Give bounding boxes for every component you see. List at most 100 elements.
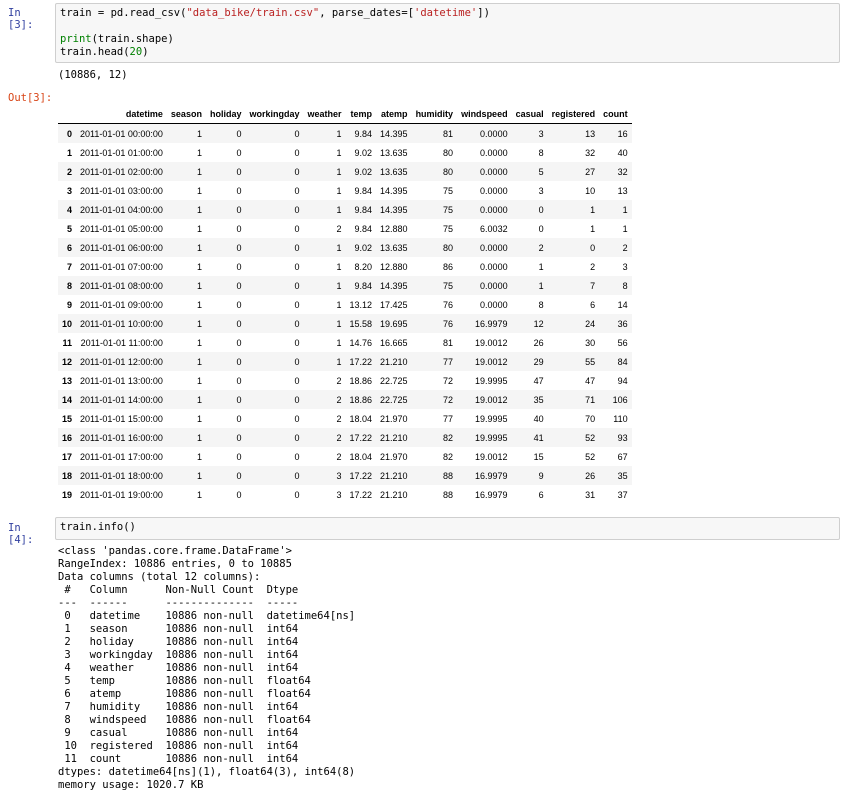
output-line: RangeIndex: 10886 entries, 0 to 10885: [58, 558, 292, 570]
table-cell: 1: [196, 242, 202, 253]
table-cell: 2: [336, 394, 342, 405]
table-cell: 86: [443, 261, 454, 272]
output-line: # Column Non-Null Count Dtype: [58, 584, 356, 596]
table-cell: 9.84: [354, 280, 373, 291]
table-cell: 80: [443, 147, 454, 158]
table-row: 3 2011-01-01 03:00:00 1 0 0 1 9.84 14.395 75 0.00…: [58, 181, 632, 200]
table-cell: 75: [443, 280, 454, 291]
table-cell: 15.58: [349, 318, 373, 329]
table-cell: 2: [622, 242, 628, 253]
row-index: 18: [62, 470, 73, 481]
code-line-info: train.info(): [60, 521, 136, 533]
table-cell: 6.0032: [480, 223, 508, 234]
table-cell: 16.9979: [475, 489, 508, 500]
table-cell: 1: [622, 223, 628, 234]
table-cell: 18.04: [349, 413, 373, 424]
row-index: 11: [62, 337, 73, 348]
output-line: <class 'pandas.core.frame.DataFrame'>: [58, 545, 292, 557]
table-cell: 13.635: [380, 166, 408, 177]
table-cell: 15: [533, 451, 544, 462]
row-index: 19: [62, 489, 73, 500]
table-cell: 16.9979: [475, 470, 508, 481]
code-string: 'datetime': [414, 7, 478, 19]
table-cell: 76: [443, 299, 454, 310]
table-cell: 2011-01-01 00:00:00: [80, 128, 163, 139]
table-cell: 16: [617, 128, 628, 139]
table-cell: 0: [236, 413, 242, 424]
code-token: ): [142, 46, 149, 58]
table-cell: 1: [336, 185, 342, 196]
table-cell: 0: [236, 489, 242, 500]
cell4-code-editor[interactable]: train.info(): [55, 517, 840, 540]
column-header-registered: registered: [547, 104, 600, 124]
table-row: 11 2011-01-01 11:00:00 1 0 0 1 14.76 16.665 81 19…: [58, 333, 632, 352]
table-cell: 26: [533, 337, 544, 348]
table-row: 10 2011-01-01 10:00:00 1 0 0 1 15.58 19.695 76 16…: [58, 314, 632, 333]
table-cell: 1: [336, 147, 342, 158]
cell4-stdout: <class 'pandas.core.frame.DataFrame'> Ran…: [58, 545, 355, 792]
table-cell: 72: [443, 394, 454, 405]
output-line: 11 count 10886 non-null int64: [58, 753, 356, 765]
table-cell: 9.02: [354, 242, 373, 253]
table-cell: 14.395: [380, 185, 408, 196]
table-cell: 9: [538, 470, 544, 481]
table-cell: 0: [294, 280, 300, 291]
table-cell: 1: [196, 356, 202, 367]
row-index: 7: [67, 261, 73, 272]
table-cell: 21.210: [380, 432, 408, 443]
table-row: 18 2011-01-01 18:00:00 1 0 0 3 17.22 21.210 88 16…: [58, 466, 632, 485]
table-cell: 0: [236, 337, 242, 348]
table-cell: 52: [585, 432, 596, 443]
table-row: 13 2011-01-01 13:00:00 1 0 0 2 18.86 22.725 72 19…: [58, 371, 632, 390]
column-header-count: count: [599, 104, 632, 124]
column-header-weather: weather: [303, 104, 346, 124]
table-cell: 12.880: [380, 261, 408, 272]
table-cell: 2011-01-01 08:00:00: [80, 280, 163, 291]
table-cell: 9.02: [354, 147, 373, 158]
table-cell: 2011-01-01 15:00:00: [80, 413, 163, 424]
code-keyword: print: [60, 33, 92, 45]
row-index: 8: [67, 280, 73, 291]
code-line-head: train.head(20): [60, 46, 835, 59]
table-cell: 32: [617, 166, 628, 177]
table-cell: 14.395: [380, 204, 408, 215]
table-cell: 37: [617, 489, 628, 500]
table-cell: 18.86: [349, 394, 373, 405]
table-row: 12 2011-01-01 12:00:00 1 0 0 1 17.22 21.210 77 19…: [58, 352, 632, 371]
table-cell: 2011-01-01 04:00:00: [80, 204, 163, 215]
table-cell: 29: [533, 356, 544, 367]
table-cell: 0: [294, 451, 300, 462]
table-cell: 8.20: [354, 261, 373, 272]
column-header-windspeed: windspeed: [457, 104, 512, 124]
table-cell: 30: [585, 337, 596, 348]
table-cell: 80: [443, 242, 454, 253]
row-index: 10: [62, 318, 73, 329]
cell3-code-editor[interactable]: train = pd.read_csv("data_bike/train.csv…: [55, 3, 840, 63]
table-cell: 0: [294, 204, 300, 215]
table-cell: 21.970: [380, 413, 408, 424]
table-cell: 19.9995: [475, 413, 508, 424]
cell3-output-prompt: Out[3]:: [8, 92, 53, 104]
column-header-humidity: humidity: [411, 104, 458, 124]
table-cell: 2: [336, 223, 342, 234]
code-token: train = pd.read_csv(: [60, 7, 187, 19]
row-index: 17: [62, 451, 73, 462]
output-line: 0 datetime 10886 non-null datetime64[ns]: [58, 610, 356, 622]
table-cell: 1: [336, 337, 342, 348]
table-cell: 0: [538, 204, 544, 215]
output-line: 10 registered 10886 non-null int64: [58, 740, 356, 752]
dataframe-table: datetime season holiday workingday weather te…: [58, 104, 632, 504]
table-cell: 2011-01-01 14:00:00: [80, 394, 163, 405]
table-cell: 0: [236, 204, 242, 215]
table-cell: 3: [336, 470, 342, 481]
table-cell: 93: [617, 432, 628, 443]
code-line-read-csv: train = pd.read_csv("data_bike/train.csv…: [60, 7, 835, 20]
table-cell: 19.0012: [475, 337, 508, 348]
table-cell: 0: [236, 261, 242, 272]
cell3-stdout: (10886, 12): [58, 69, 128, 81]
cell4-input-prompt: In [4]:: [8, 522, 34, 546]
table-cell: 2011-01-01 16:00:00: [80, 432, 163, 443]
code-token: train.head(: [60, 46, 130, 58]
table-cell: 47: [533, 375, 544, 386]
